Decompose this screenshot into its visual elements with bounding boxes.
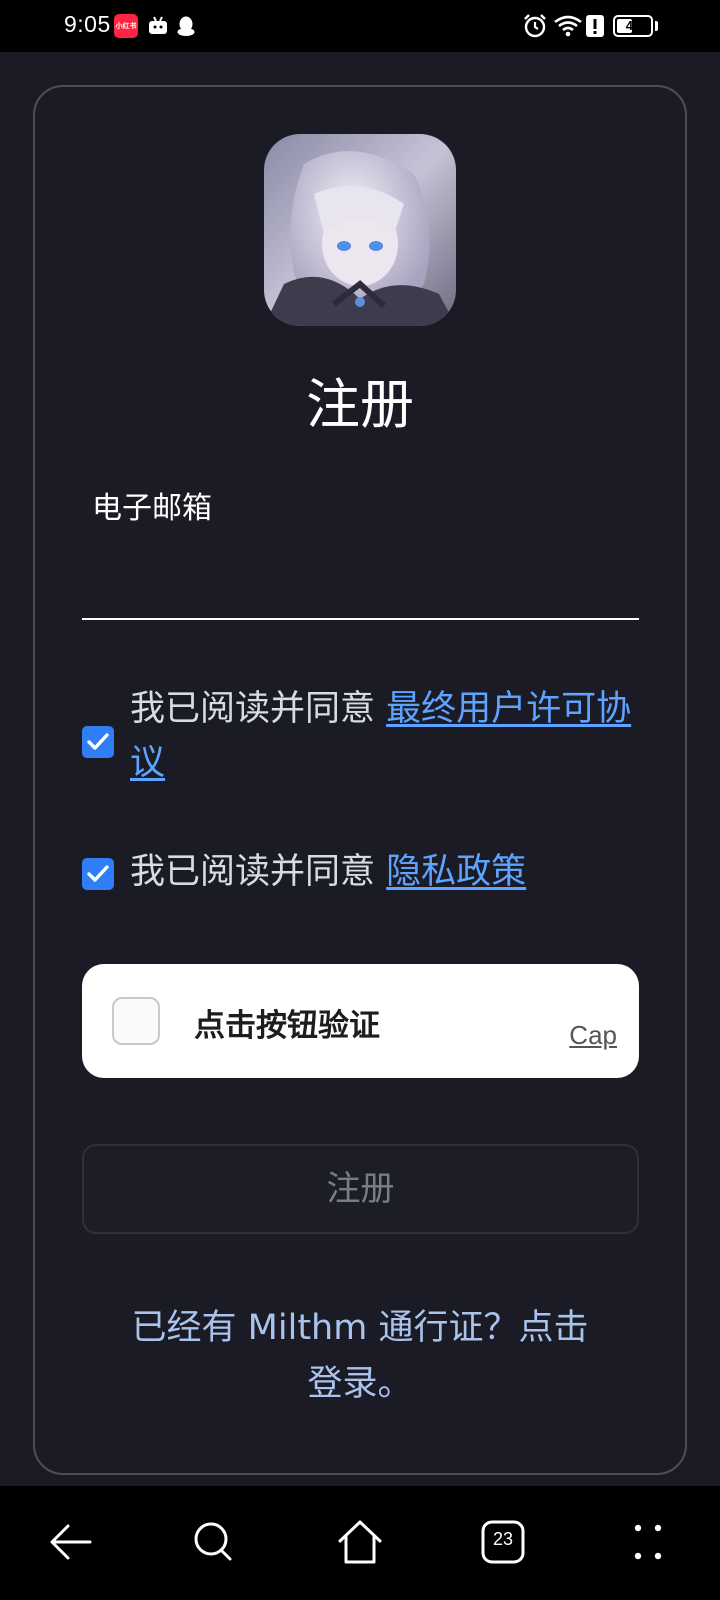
status-time: 9:05 (64, 11, 111, 37)
battery-tip (655, 21, 658, 31)
register-button[interactable]: 注册 (82, 1144, 639, 1234)
bilibili-icon (149, 16, 167, 34)
login-link[interactable]: 已经有 Milthm 通行证？点击登录。 (130, 1300, 590, 1412)
captcha-label: 点击按钮验证 (194, 1008, 380, 1044)
qq-icon (177, 16, 195, 36)
wifi-icon (554, 15, 582, 37)
menu-icon[interactable] (620, 1514, 676, 1570)
back-icon[interactable] (44, 1514, 100, 1570)
navigation-bar: 23 (0, 1486, 720, 1600)
checkmark-icon (87, 733, 109, 750)
privacy-agreement-text: 我已阅读并同意 隐私政策 (130, 845, 650, 899)
battery-level: 47 (625, 18, 641, 33)
eula-prefix: 我已阅读并同意 (130, 689, 387, 729)
search-icon[interactable] (186, 1514, 242, 1570)
status-bar: 9:05 小红书 47 (0, 0, 720, 52)
home-icon[interactable] (332, 1514, 388, 1570)
page-title: 注册 (306, 373, 414, 436)
checkmark-icon (87, 865, 109, 882)
tabs-icon[interactable]: 23 (475, 1514, 531, 1570)
captcha-brand-link[interactable]: Cap (569, 1020, 617, 1051)
captcha-checkbox[interactable] (112, 997, 160, 1045)
alarm-icon (524, 14, 546, 38)
email-field[interactable] (82, 520, 639, 620)
battery-icon: 47 (613, 15, 653, 37)
privacy-link[interactable]: 隐私政策 (386, 852, 526, 892)
eula-agreement-text: 我已阅读并同意 最终用户许可协议 (130, 682, 650, 790)
app-logo (264, 134, 456, 326)
privacy-checkbox[interactable] (82, 858, 114, 890)
xiaohongshu-icon: 小红书 (114, 14, 138, 38)
tabs-count: 23 (492, 1529, 514, 1549)
privacy-prefix: 我已阅读并同意 (130, 852, 387, 892)
captcha-widget: 点击按钮验证 Cap (82, 964, 639, 1078)
alert-icon (586, 15, 604, 37)
eula-checkbox[interactable] (82, 726, 114, 758)
